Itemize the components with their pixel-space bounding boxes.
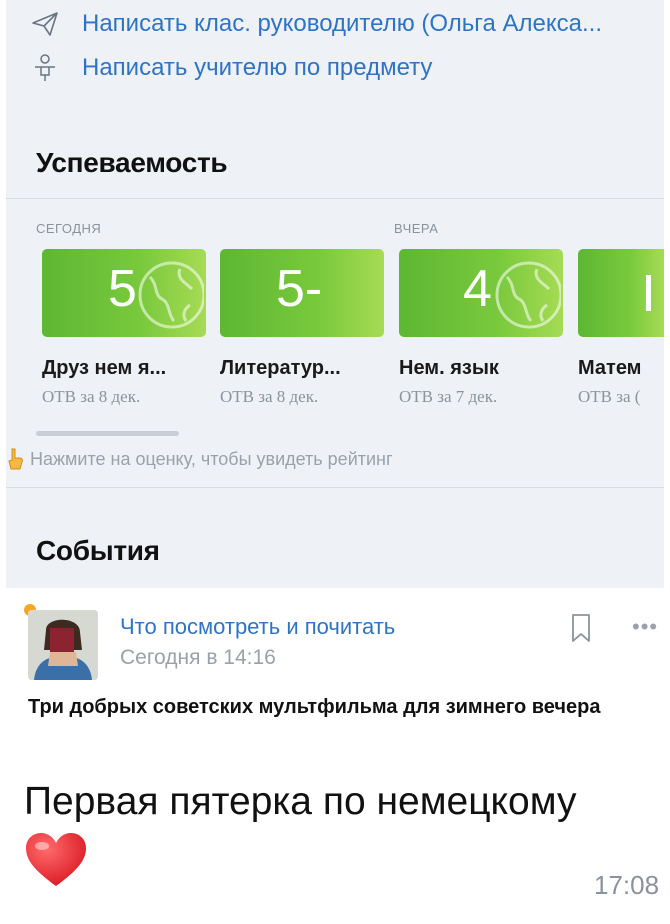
grade-tile[interactable]: 4 bbox=[399, 249, 563, 337]
events-section-title: События bbox=[36, 535, 160, 566]
pointing-hand-icon bbox=[8, 448, 23, 470]
grade-date: ОТВ за 8 дек. bbox=[42, 387, 141, 406]
contact-links: Написать клас. руководителю (Ольга Алекс… bbox=[6, 0, 664, 110]
grade-subject: Литератур... bbox=[220, 357, 341, 379]
today-label: СЕГОДНЯ bbox=[36, 221, 102, 236]
grade-tile[interactable] bbox=[578, 249, 664, 337]
grade-mark: 5- bbox=[276, 260, 323, 318]
bookmark-icon[interactable] bbox=[568, 612, 594, 644]
grade-tile[interactable]: 5 bbox=[42, 249, 206, 337]
grade-date: ОТВ за 8 дек. bbox=[220, 387, 319, 406]
channel-avatar[interactable] bbox=[28, 610, 98, 680]
grade-tile[interactable]: 5- bbox=[220, 249, 384, 337]
app-frame: Написать клас. руководителю (Ольга Алекс… bbox=[6, 0, 664, 924]
chat-message: Первая пятерка по немецкому bbox=[24, 772, 624, 898]
globe-icon bbox=[138, 261, 204, 329]
grade-subject: Матем bbox=[578, 357, 642, 379]
event-time: Сегодня в 14:16 bbox=[120, 646, 276, 669]
send-icon bbox=[30, 9, 60, 39]
grade-subject: Нем. язык bbox=[399, 357, 499, 379]
grade-subject: Друз нем я... bbox=[42, 357, 167, 379]
grades-card: СЕГОДНЯ ВЧЕРА 5 5- 4 Друз нем я... Литер… bbox=[6, 198, 664, 488]
event-headline[interactable]: Три добрых советских мультфильма для зим… bbox=[28, 692, 660, 722]
chat-message-text: Первая пятерка по немецкому bbox=[24, 780, 577, 823]
event-channel[interactable]: Что посмотреть и почитать bbox=[120, 614, 395, 640]
chat-message-time: 17:08 bbox=[594, 870, 660, 900]
write-class-teacher-link[interactable]: Написать клас. руководителю (Ольга Алекс… bbox=[30, 6, 602, 42]
grades-section-title: Успеваемость bbox=[36, 147, 228, 178]
rating-hint: Нажмите на оценку, чтобы увидеть рейтинг bbox=[6, 447, 393, 471]
grade-mark-partial bbox=[646, 275, 651, 311]
grade-date: ОТВ за 7 дек. bbox=[399, 387, 498, 406]
heart-emoji-icon bbox=[26, 833, 86, 886]
teacher-icon bbox=[30, 53, 60, 83]
event-card: Что посмотреть и почитать Сегодня в 14:1… bbox=[6, 588, 664, 924]
grade-date: ОТВ за ( bbox=[578, 387, 641, 406]
write-subject-teacher-label: Написать учителю по предмету bbox=[82, 54, 433, 81]
globe-icon bbox=[495, 261, 561, 329]
write-subject-teacher-link[interactable]: Написать учителю по предмету bbox=[30, 50, 432, 86]
yesterday-label: ВЧЕРА bbox=[394, 221, 439, 236]
more-icon[interactable]: ••• bbox=[632, 614, 658, 640]
grades-scrollbar[interactable] bbox=[36, 431, 179, 436]
rating-hint-text: Нажмите на оценку, чтобы увидеть рейтинг bbox=[30, 448, 393, 469]
grade-mark: 4 bbox=[463, 260, 492, 318]
write-class-teacher-label: Написать клас. руководителю (Ольга Алекс… bbox=[82, 10, 602, 37]
